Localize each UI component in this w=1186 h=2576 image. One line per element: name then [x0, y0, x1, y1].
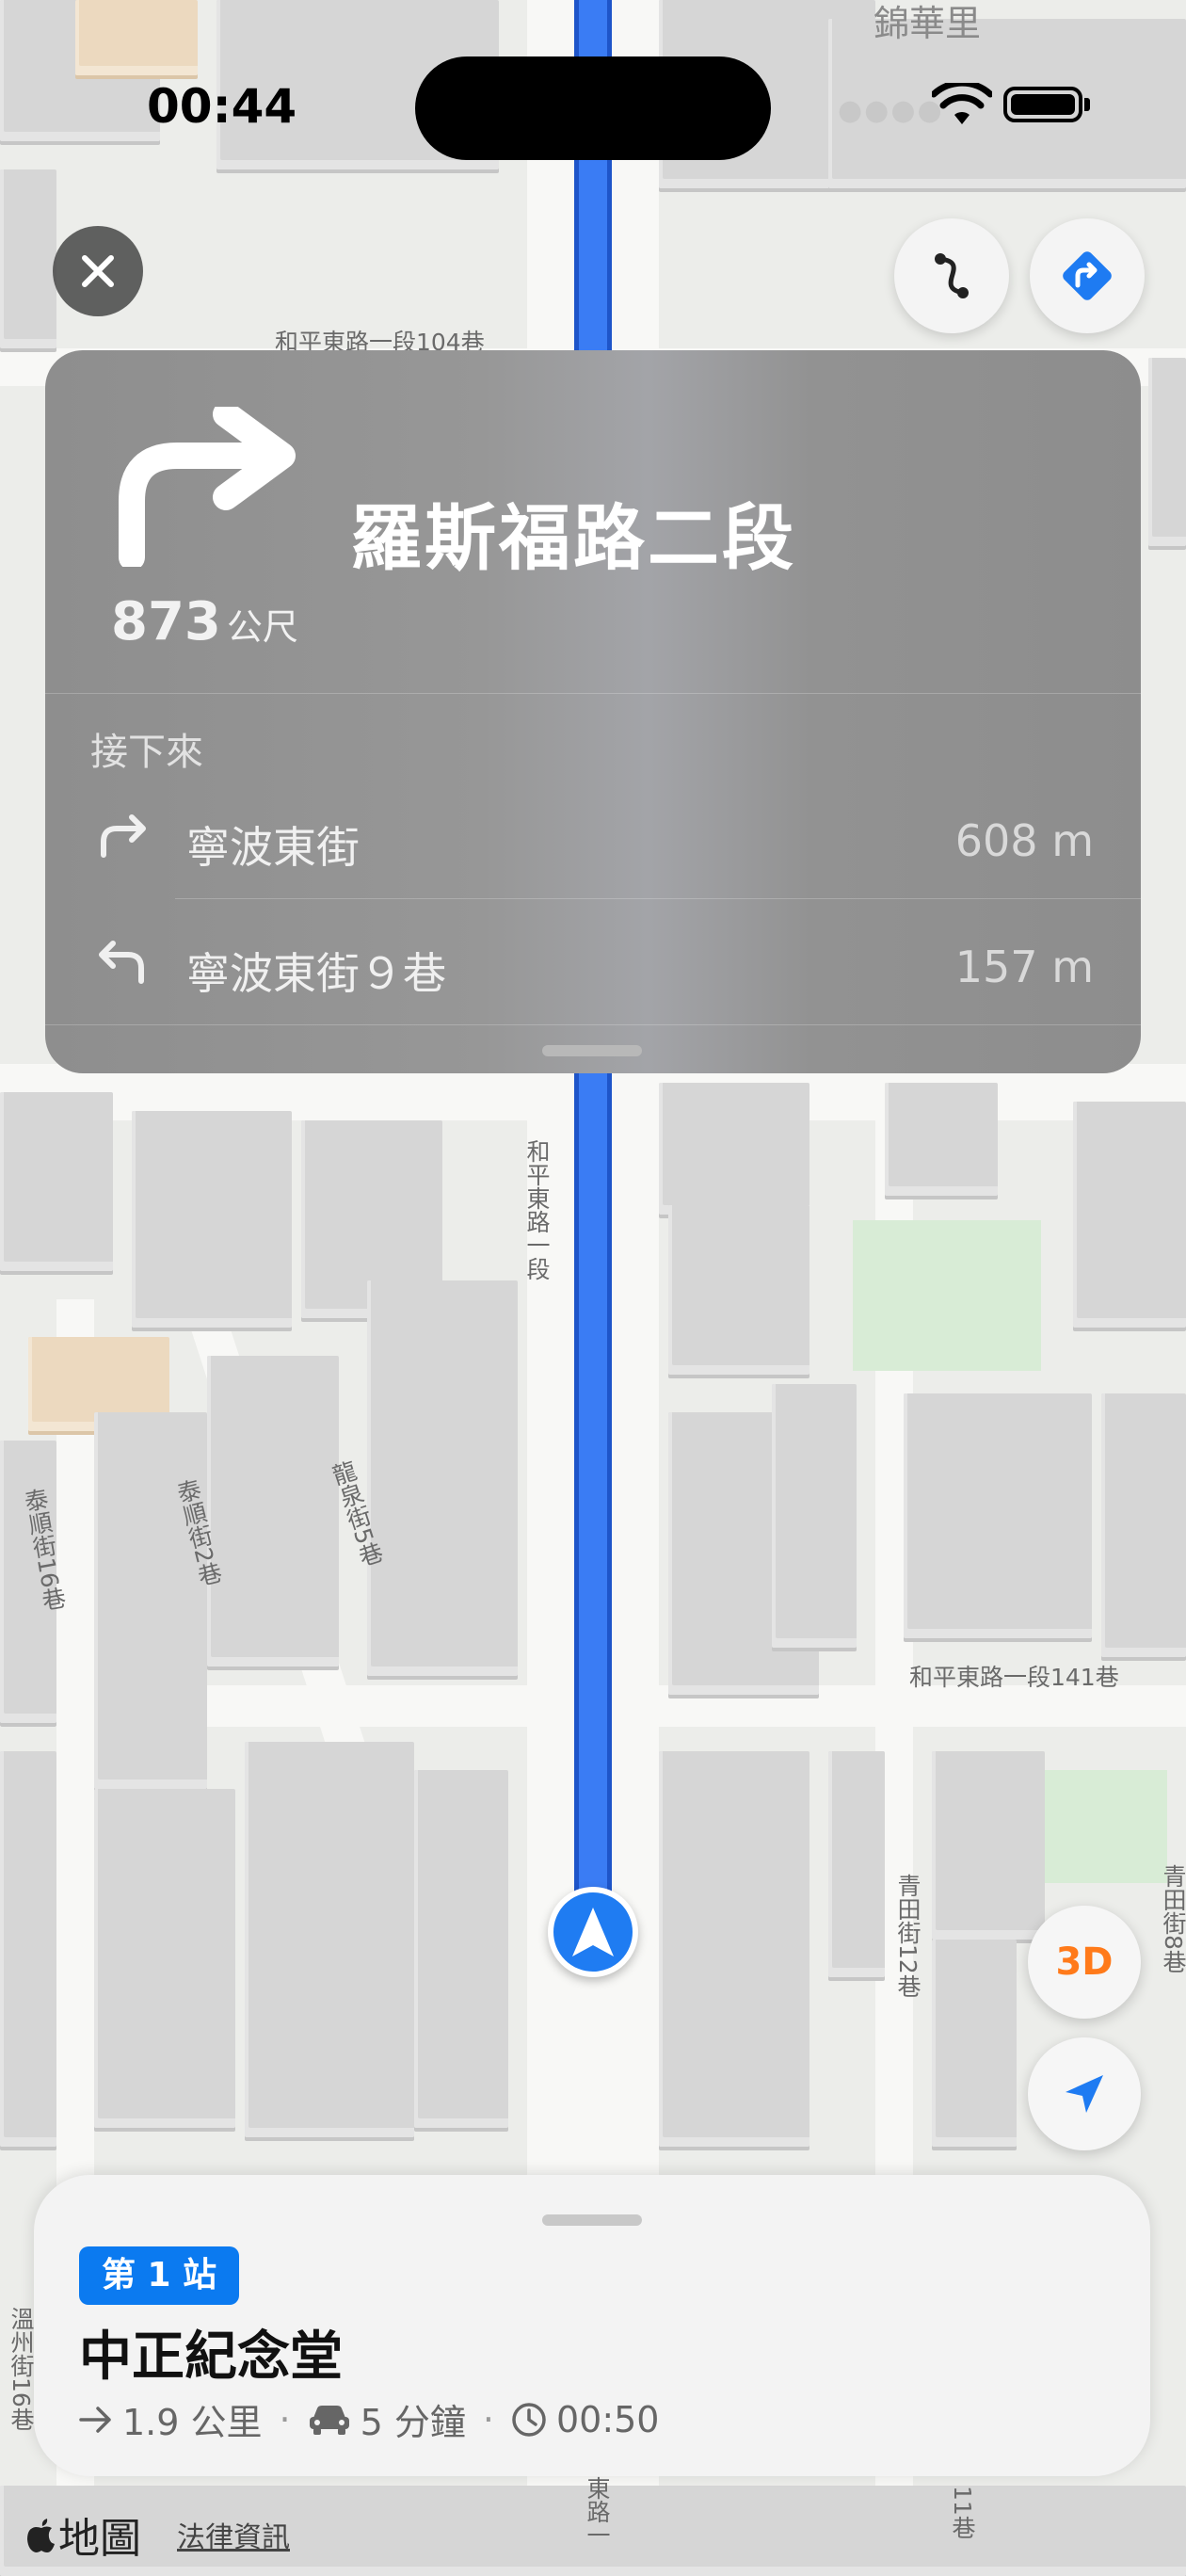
building	[1073, 1102, 1186, 1328]
arrival-time: 00:50	[555, 2398, 660, 2440]
map-label-street: 溫州街16巷	[8, 2307, 35, 2431]
distance-arrow-icon	[79, 2406, 111, 2433]
building	[132, 1111, 292, 1328]
heading-arrow-icon	[572, 1908, 614, 1956]
route-overview-button[interactable]	[894, 218, 1009, 333]
building	[772, 1384, 857, 1648]
step-distance: 608 m	[954, 815, 1094, 866]
directions-button[interactable]	[1030, 218, 1145, 333]
building	[0, 1751, 56, 2147]
map-label-street: 東路一	[584, 2476, 611, 2547]
maps-brand: 地圖	[24, 2504, 141, 2565]
battery-nub	[1084, 98, 1090, 111]
building	[245, 1742, 414, 2137]
building	[0, 169, 56, 348]
trip-distance: 1.9 公里	[122, 2402, 263, 2443]
status-icons: ●●●●	[838, 81, 1090, 128]
three-d-toggle-button[interactable]: 3D	[1028, 1906, 1141, 2019]
separator-dot: ·	[482, 2398, 494, 2440]
battery-icon	[1003, 87, 1082, 122]
turn-right-icon	[101, 814, 146, 858]
building	[828, 1751, 885, 1977]
directions-sign-icon	[1063, 251, 1112, 300]
building	[0, 1092, 113, 1271]
turn-right-arrow-icon	[119, 407, 296, 567]
divider	[175, 898, 1141, 899]
distance-unit: 公尺	[226, 606, 298, 648]
building	[75, 0, 198, 75]
step-street-name: 寧波東街９巷	[186, 948, 446, 999]
close-icon	[82, 255, 114, 287]
map-label-street: 青田街8巷	[1160, 1864, 1186, 1973]
divider	[45, 1024, 1141, 1025]
building	[932, 1940, 1017, 2147]
step-street-name: 寧波東街	[186, 822, 360, 873]
status-time: 00:44	[147, 79, 297, 134]
building	[94, 1412, 207, 1789]
close-navigation-button[interactable]	[53, 226, 143, 316]
building	[414, 1770, 508, 2128]
building	[904, 1393, 1092, 1638]
cellular-signal-icon: ●●●●	[838, 94, 944, 127]
turn-left-icon	[99, 941, 144, 984]
building	[1101, 1393, 1186, 1657]
building	[94, 1789, 235, 2128]
guidance-drag-handle[interactable]	[542, 1045, 642, 1056]
user-location-puck	[548, 1887, 638, 1977]
legal-info-link[interactable]: 法律資訊	[177, 2514, 290, 2555]
building	[367, 1280, 518, 1676]
building	[932, 1751, 1045, 1940]
divider	[45, 693, 1141, 694]
apple-logo-icon	[27, 2519, 55, 2552]
next-steps-label: 接下來	[90, 731, 203, 774]
map-label-street: 11巷	[949, 2486, 976, 2539]
trip-duration: 5 分鐘	[360, 2402, 466, 2443]
locate-me-button[interactable]	[1028, 2037, 1141, 2150]
map-label-street: 和平東路一段141巷	[909, 1664, 1119, 1691]
route-overview-icon	[935, 253, 969, 298]
building	[668, 1205, 809, 1375]
map-label-district: 錦華里	[873, 3, 982, 44]
clock-icon	[512, 2402, 546, 2437]
car-icon	[309, 2405, 349, 2435]
next-step-row[interactable]: 寧波東街 608 m	[45, 778, 1141, 900]
building	[659, 1083, 809, 1215]
building	[659, 1751, 809, 2147]
building	[207, 1356, 339, 1666]
separator-dot: ·	[279, 2398, 291, 2440]
trip-card-drag-handle[interactable]	[542, 2214, 642, 2226]
stop-number-badge: 第 1 站	[79, 2246, 240, 2305]
step-distance: 157 m	[954, 942, 1094, 992]
map-label-street: 青田街12巷	[894, 1874, 922, 1998]
trip-summary-card[interactable]: 第 1 站 中正紀念堂 1.9 公里 · 5 分鐘 · 00:50	[34, 2175, 1150, 2476]
map-label-street: 和平東路一段	[523, 1139, 551, 1280]
next-step-row[interactable]: 寧波東街９巷 157 m	[45, 904, 1141, 1026]
maneuver-distance: 873 公尺	[111, 591, 298, 652]
maneuver-street-name: 羅斯福路二段	[350, 496, 796, 580]
location-arrow-icon	[1066, 2075, 1103, 2113]
building	[1148, 358, 1186, 546]
trip-meta: 1.9 公里 · 5 分鐘 · 00:50	[79, 2393, 659, 2445]
distance-value: 873	[111, 591, 221, 652]
dynamic-island	[415, 56, 771, 160]
maps-brand-text: 地圖	[58, 2515, 141, 2563]
destination-name: 中正紀念堂	[79, 2326, 343, 2388]
building	[885, 1083, 998, 1196]
park-area	[853, 1220, 1041, 1371]
wifi-icon	[932, 83, 992, 124]
